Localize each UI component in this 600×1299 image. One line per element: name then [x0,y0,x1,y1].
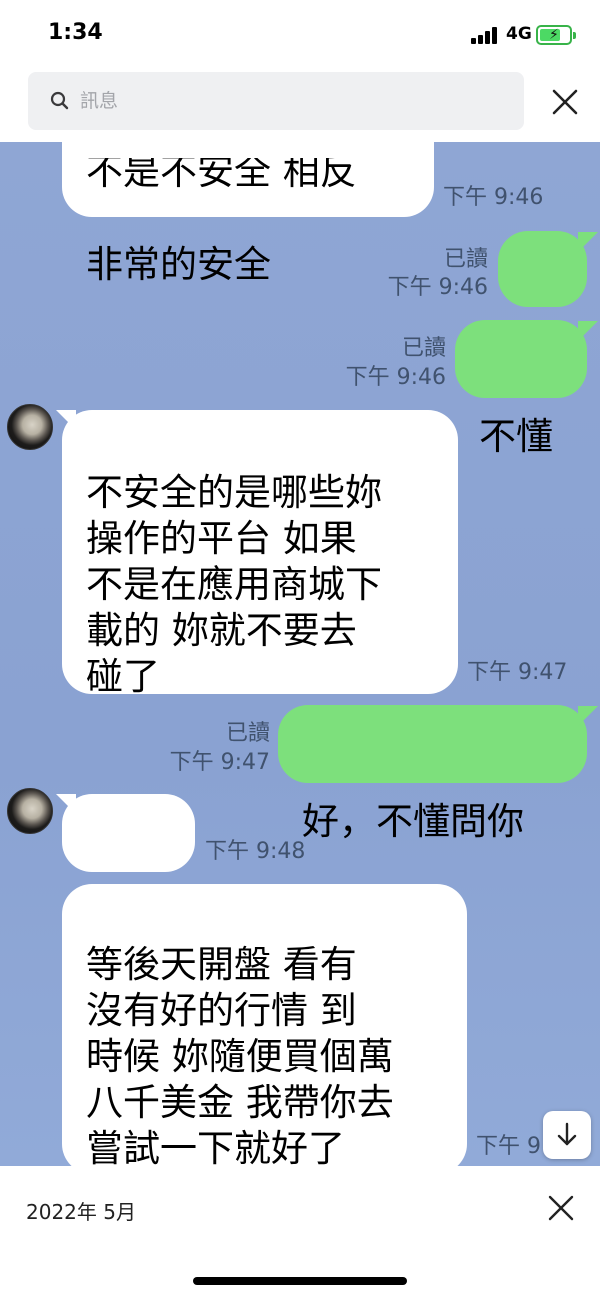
signal-icon [471,26,499,44]
message-bubble-outgoing[interactable]: 嗯 [498,231,587,366]
message-bubble-incoming[interactable]: 等後天開盤 看有 沒有好的行情 到 時候 妳隨便買個萬 八千美金 我帶你去 嘗試… [62,884,467,1166]
read-receipt: 已讀 [401,336,446,361]
message-text: 好，不懂問你 [302,800,524,843]
bubble-tail [578,706,598,726]
message-time: 下午 9:48 [205,839,306,864]
message-bubble-incoming[interactable]: 嗯嗯 [62,794,195,932]
message-time: 下午 9:46 [443,185,544,210]
moon-avatar[interactable] [7,404,53,450]
message-bubble-outgoing[interactable]: 不懂 [455,320,587,458]
message-bubble-incoming[interactable]: 不安全的是哪些妳 操作的平台 如果 不是在應用商城下 載的 妳就不要去 碰了 [62,410,458,698]
message-text: 不安全的是哪些妳 操作的平台 如果 不是在應用商城下 載的 妳就不要去 碰了 [86,471,382,698]
chat-area[interactable]: 不是不安全 相反 非常的安全 下午 9:46 已讀 下午 9:46 嗯 已讀 下… [0,142,600,1166]
date-label[interactable]: 2022年 5月 [26,1196,136,1225]
message-time: 下午 9:47 [467,660,568,685]
search-header [0,64,600,142]
close-icon[interactable] [545,1192,577,1224]
arrow-down-icon [557,1122,577,1146]
search-icon [50,91,69,110]
message-time: 下午 9 [476,1134,541,1159]
status-time: 1:34 [48,20,103,45]
scroll-to-bottom-button[interactable] [543,1111,591,1159]
moon-avatar[interactable] [7,788,53,834]
search-box[interactable] [28,72,524,130]
read-receipt: 已讀 [443,247,488,272]
read-receipt: 已讀 [225,721,270,746]
home-indicator[interactable] [193,1277,407,1285]
message-text: 等後天開盤 看有 沒有好的行情 到 時候 妳隨便買個萬 八千美金 我帶你去 嘗試… [86,943,394,1166]
message-bubble-incoming[interactable]: 不是不安全 相反 非常的安全 [62,142,434,286]
search-input[interactable] [80,82,500,120]
close-icon[interactable] [547,84,583,120]
status-bar: 1:34 4G ⚡ [0,0,600,64]
message-time: 下午 9:47 [169,750,270,775]
message-time: 下午 9:46 [387,275,488,300]
bubble-tail [578,232,598,252]
message-time: 下午 9:46 [345,365,446,390]
battery-icon: ⚡ [536,25,576,45]
bottom-bar: 2022年 5月 [0,1166,600,1299]
message-text: 不懂 [479,415,553,458]
bubble-tail [578,321,598,341]
message-bubble-outgoing[interactable]: 好，不懂問你 [278,705,587,843]
network-type: 4G [506,24,532,44]
message-text-partial: 不是不安全 相反 [86,158,357,193]
